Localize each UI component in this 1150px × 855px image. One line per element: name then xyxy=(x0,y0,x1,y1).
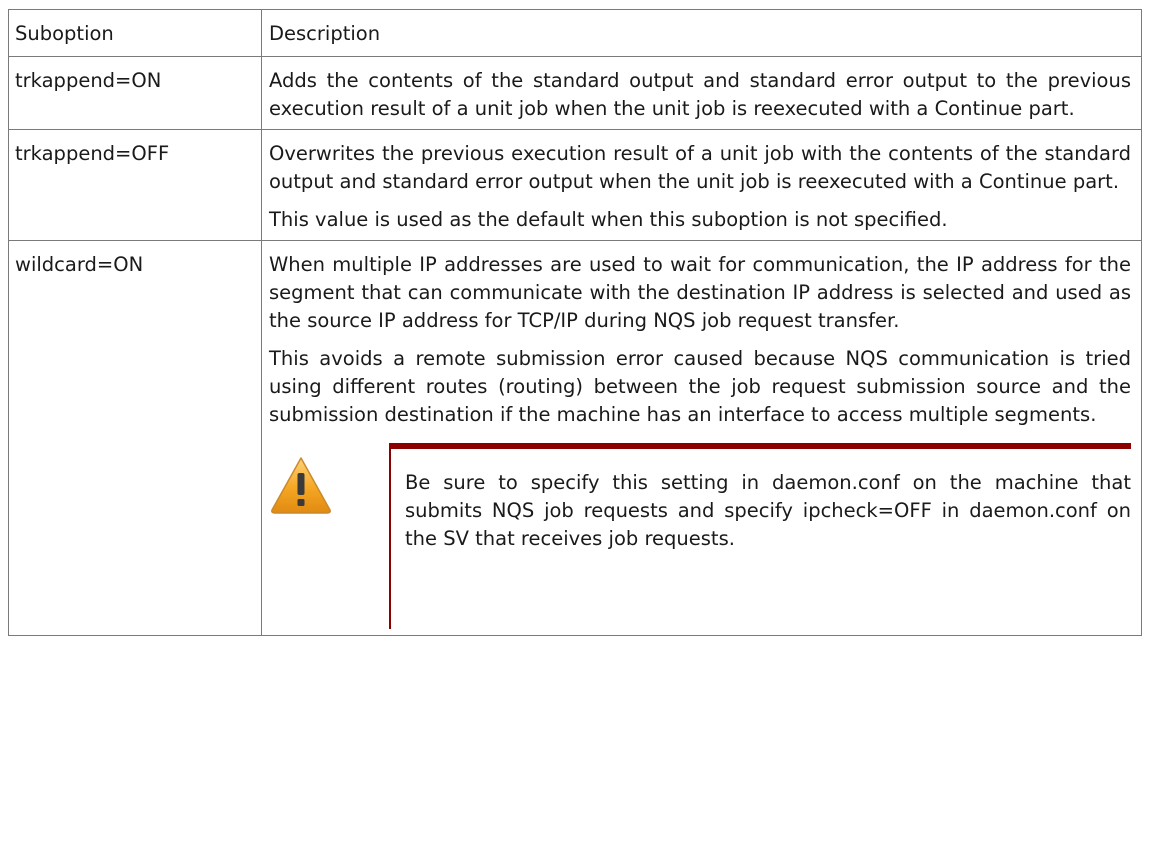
warning-icon xyxy=(271,457,331,514)
suboption-table: Suboption Description trkappend=ON Adds … xyxy=(8,9,1142,636)
suboption-cell: wildcard=ON xyxy=(8,240,262,636)
description-cell: Adds the contents of the standard output… xyxy=(261,56,1142,130)
notice-icon-wrap xyxy=(269,443,389,523)
description-paragraph: This value is used as the default when t… xyxy=(269,208,948,231)
header-suboption: Suboption xyxy=(8,9,262,57)
description-paragraph: Adds the contents of the standard output… xyxy=(269,69,1131,120)
table-row: wildcard=ON When multiple IP addresses a… xyxy=(8,240,1142,636)
description-paragraph: Overwrites the previous execution result… xyxy=(269,142,1131,193)
notice-box: Be sure to specify this setting in daemo… xyxy=(269,443,1131,629)
notice-text: Be sure to specify this setting in daemo… xyxy=(389,443,1131,629)
suboption-cell: trkappend=ON xyxy=(8,56,262,130)
table-row: trkappend=OFF Overwrites the previous ex… xyxy=(8,129,1142,241)
header-description: Description xyxy=(261,9,1142,57)
table-header-row: Suboption Description xyxy=(8,9,1142,57)
description-cell: When multiple IP addresses are used to w… xyxy=(261,240,1142,636)
description-cell: Overwrites the previous execution result… xyxy=(261,129,1142,241)
description-paragraph: When multiple IP addresses are used to w… xyxy=(269,253,1131,332)
suboption-cell: trkappend=OFF xyxy=(8,129,262,241)
description-paragraph: This avoids a remote submission error ca… xyxy=(269,347,1131,426)
table-row: trkappend=ON Adds the contents of the st… xyxy=(8,56,1142,130)
